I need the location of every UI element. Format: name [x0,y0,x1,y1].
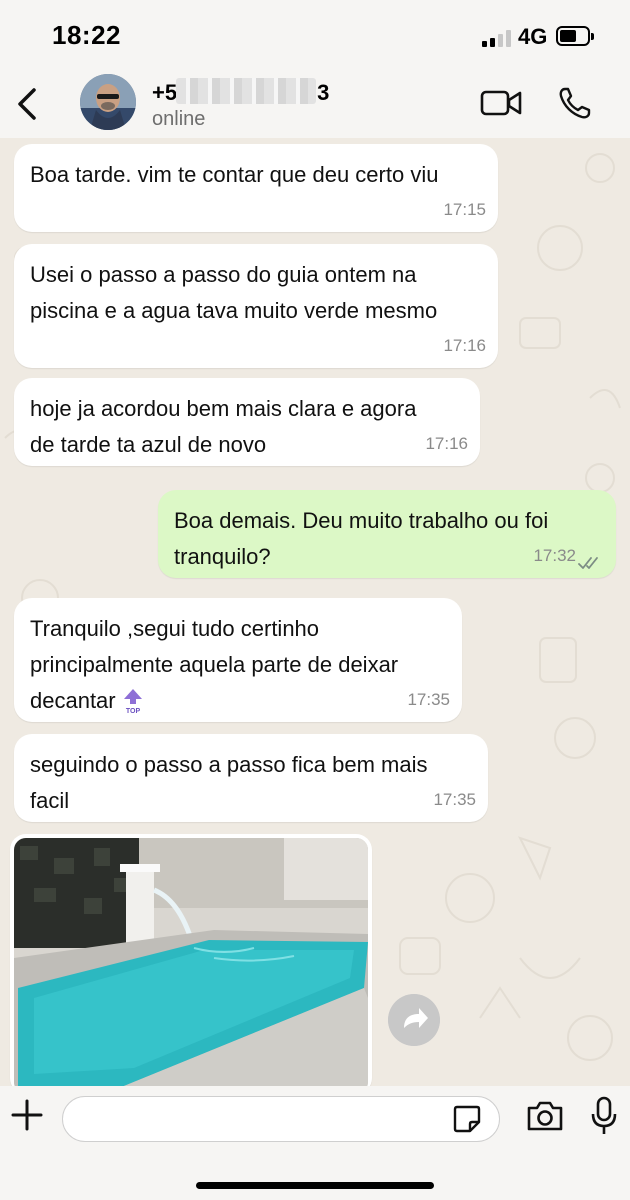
forward-icon[interactable] [388,994,440,1046]
video-call-icon[interactable] [480,88,522,118]
home-indicator [196,1182,434,1189]
phone-call-icon[interactable] [556,86,592,122]
top-arrow-emoji-icon: TOP [123,689,142,714]
message-text: Tranquilo ,segui tudo certinho principal… [30,611,446,719]
presence-status: online [152,108,206,130]
signal-strength-icon [482,29,511,47]
message-text: Boa tarde. vim te contar que deu certo v… [30,162,439,187]
microphone-icon[interactable] [590,1096,618,1136]
message-time: 17:35 [433,790,476,809]
contact-prefix: +5 [152,80,178,105]
back-chevron-icon[interactable] [12,84,40,124]
status-bar: 18:22 4G [0,0,630,70]
pool-photo[interactable] [14,838,368,1086]
camera-icon[interactable] [526,1100,564,1132]
double-check-icon [578,557,598,569]
sticker-icon[interactable] [452,1104,482,1134]
network-type: 4G [518,24,548,49]
message-time: 17:35 [407,690,450,709]
message-bubble-incoming[interactable]: seguindo o passo a passo fica bem mais f… [14,734,488,822]
message-text: seguindo o passo a passo fica bem mais f… [30,752,428,813]
message-composer [0,1086,630,1200]
message-bubble-incoming[interactable]: hoje ja acordou bem mais clara e agora d… [14,378,480,466]
chat-header: +5 3 online [0,70,630,138]
avatar[interactable] [80,74,136,130]
redacted-number [176,78,316,104]
image-message[interactable] [10,834,372,1086]
message-time: 17:16 [443,336,486,355]
svg-text:TOP: TOP [125,708,140,714]
message-time: 17:32 [533,546,576,565]
message-bubble-incoming[interactable]: Usei o passo a passo do guia ontem na pi… [14,244,498,368]
message-input[interactable] [62,1096,500,1142]
message-bubble-incoming[interactable]: Boa tarde. vim te contar que deu certo v… [14,144,498,232]
contact-suffix: 3 [317,80,330,105]
clock: 18:22 [52,20,121,50]
chat-area[interactable]: Boa tarde. vim te contar que deu certo v… [0,138,630,1086]
plus-icon[interactable] [10,1098,44,1132]
battery-icon [556,26,594,46]
message-text-body: Tranquilo ,segui tudo certinho principal… [30,616,399,713]
message-time: 17:16 [425,434,468,453]
message-text: Usei o passo a passo do guia ontem na pi… [30,262,438,323]
message-bubble-outgoing[interactable]: Boa demais. Deu muito trabalho ou foi tr… [158,490,616,578]
message-bubble-incoming[interactable]: Tranquilo ,segui tudo certinho principal… [14,598,462,722]
message-text: hoje ja acordou bem mais clara e agora d… [30,396,417,457]
message-time: 17:15 [443,200,486,219]
